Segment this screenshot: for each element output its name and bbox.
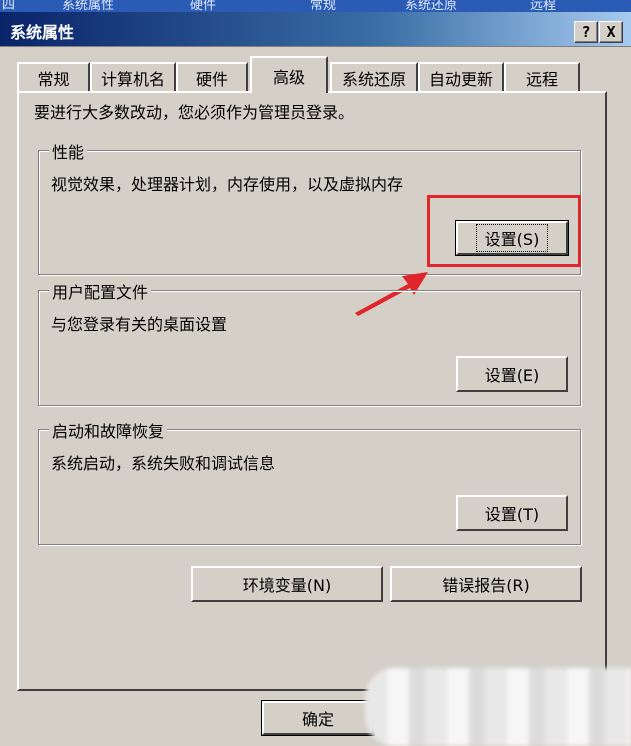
user-profiles-settings-button[interactable]: 设置(E): [456, 356, 568, 392]
window-title: 系统属性: [10, 23, 75, 42]
help-button[interactable]: ?: [574, 21, 598, 43]
background-window-strip: 四 系统属性 硬件 常规 系统还原 远程: [0, 0, 631, 12]
tab-hardware[interactable]: 硬件: [176, 62, 248, 91]
tab-general[interactable]: 常规: [17, 62, 90, 91]
environment-variables-button[interactable]: 环境变量(N): [191, 566, 383, 602]
performance-title: 性能: [49, 139, 88, 163]
tab-system-restore[interactable]: 系统还原: [330, 62, 418, 91]
ok-button[interactable]: 确定: [261, 700, 375, 736]
tab-strip: 常规 计算机名 硬件 高级 系统还原 自动更新 远程: [0, 56, 631, 94]
user-profiles-description: 与您登录有关的桌面设置: [51, 315, 228, 334]
startup-recovery-settings-button[interactable]: 设置(T): [456, 495, 568, 531]
tab-advanced[interactable]: 高级: [250, 56, 328, 93]
user-profiles-title: 用户配置文件: [49, 279, 152, 303]
tab-auto-update[interactable]: 自动更新: [418, 62, 504, 91]
highlight-box: [427, 195, 581, 267]
title-bar[interactable]: 系统属性 ? X: [0, 12, 631, 47]
admin-note: 要进行大多数改动，您必须作为管理员登录。: [34, 103, 355, 122]
startup-recovery-description: 系统启动，系统失败和调试信息: [51, 454, 276, 473]
close-button[interactable]: X: [599, 21, 623, 43]
watermark-blur: [365, 668, 631, 746]
tab-computer-name[interactable]: 计算机名: [90, 62, 176, 91]
error-reporting-button[interactable]: 错误报告(R): [390, 566, 582, 602]
tab-remote[interactable]: 远程: [504, 62, 580, 91]
performance-description: 视觉效果，处理器计划，内存使用，以及虚拟内存: [51, 175, 404, 194]
startup-recovery-title: 启动和故障恢复: [49, 418, 168, 442]
